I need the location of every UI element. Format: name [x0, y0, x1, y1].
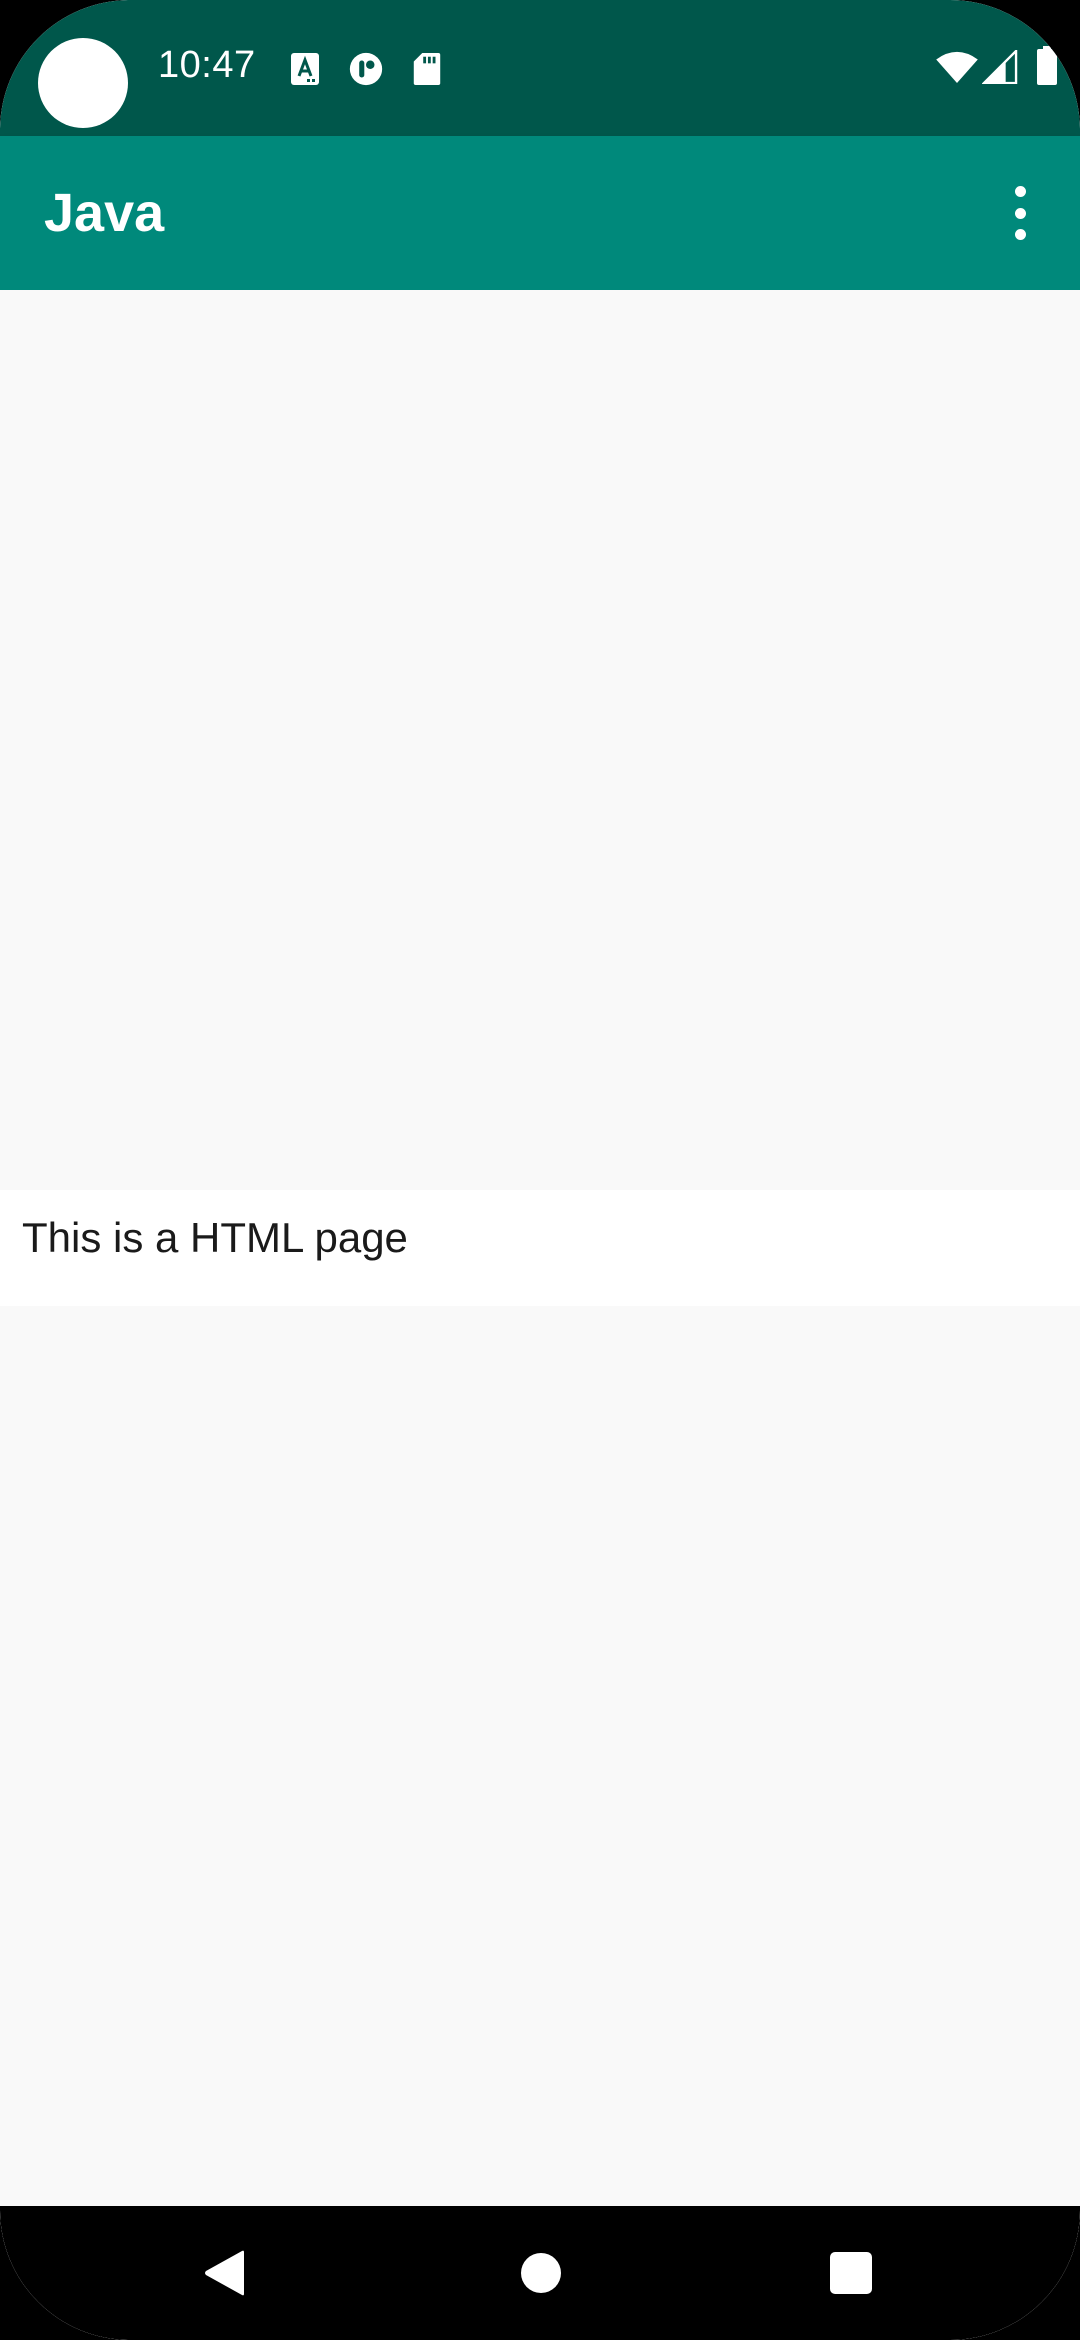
more-vert-icon[interactable] — [1000, 178, 1040, 248]
home-icon[interactable] — [516, 2248, 566, 2298]
wifi-icon — [936, 51, 978, 84]
back-icon[interactable] — [200, 2248, 250, 2298]
webview-content[interactable]: This is a HTML page — [0, 290, 1080, 2206]
camera-cutout — [38, 38, 128, 128]
recents-icon[interactable] — [826, 2248, 876, 2298]
p-notification-icon — [349, 52, 383, 86]
html-page-text: This is a HTML page — [22, 1214, 408, 1261]
navigation-bar — [0, 2206, 1080, 2340]
app-title: Java — [44, 183, 165, 243]
a-notification-icon — [291, 53, 319, 85]
sd-card-icon — [413, 52, 441, 86]
battery-icon — [1037, 46, 1057, 85]
app-bar: Java — [0, 136, 1080, 290]
html-paragraph-block: This is a HTML page — [0, 1190, 1080, 1306]
phone-screen: 10:47 Java This is a HTML page — [0, 0, 1080, 2340]
cellular-signal-icon — [982, 50, 1018, 84]
status-bar: 10:47 — [0, 0, 1080, 136]
status-time: 10:47 — [158, 44, 256, 86]
